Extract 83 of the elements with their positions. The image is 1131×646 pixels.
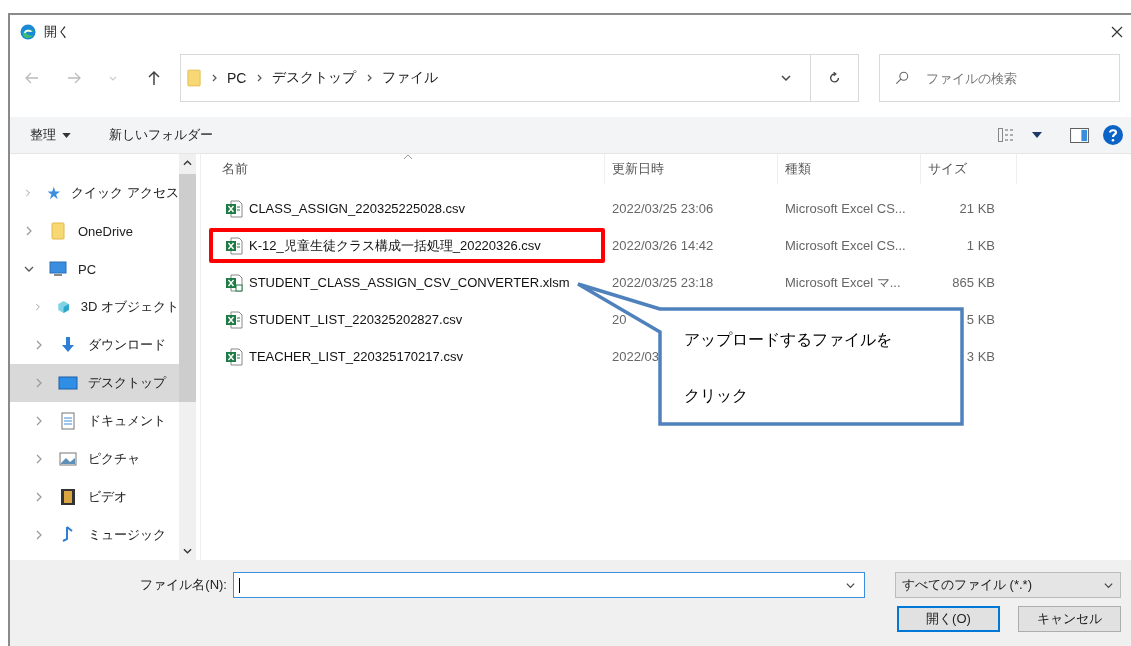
file-name[interactable]: STUDENT_LIST_220325202827.csv: [249, 312, 463, 327]
window-title: 開く: [44, 23, 70, 41]
modified-date: 2022/03/25 23:06: [611, 201, 715, 216]
file-type: Microsoft Excel CS...: [784, 238, 907, 253]
chevron-right-icon[interactable]: [34, 530, 44, 540]
sidebar-item[interactable]: PC: [10, 250, 179, 288]
file-size: 21 KB: [958, 201, 996, 216]
scroll-down-icon[interactable]: [183, 548, 192, 554]
search-field[interactable]: ファイルの検索: [879, 54, 1120, 102]
file-type-dropdown[interactable]: すべてのファイル (*.*): [895, 572, 1121, 598]
filename-field[interactable]: [233, 572, 865, 598]
callout-text: アップロードするファイルを クリック: [684, 330, 892, 406]
picture-icon: [58, 449, 78, 469]
sidebar-item[interactable]: OneDrive: [10, 212, 179, 250]
file-size: 3 KB: [965, 349, 996, 364]
chevron-right-icon[interactable]: [24, 188, 32, 198]
file-size: 5 KB: [965, 312, 996, 327]
browser-logo-icon: [20, 24, 36, 40]
preview-pane-icon[interactable]: [1070, 127, 1089, 143]
dropdown-triangle-icon: [62, 132, 71, 138]
organize-button[interactable]: 整理: [24, 122, 77, 148]
filename-label: ファイル名(N):: [140, 576, 227, 594]
chevron-right-icon[interactable]: [34, 340, 44, 350]
sidebar-item[interactable]: ミュージック: [10, 516, 179, 554]
sidebar-item[interactable]: 3D オブジェクト: [10, 288, 179, 326]
open-button[interactable]: 開く(O): [897, 606, 1000, 632]
spreadsheet-icon: [225, 236, 243, 255]
dropdown-triangle-icon[interactable]: [1032, 132, 1042, 138]
column-header[interactable]: 更新日時: [605, 154, 778, 184]
computer-icon: [48, 259, 68, 279]
chevron-right-icon[interactable]: [34, 492, 44, 502]
scroll-up-icon[interactable]: [183, 160, 192, 166]
file-size: 1 KB: [965, 238, 996, 253]
file-size: 865 KB: [951, 275, 996, 290]
file-name[interactable]: K-12_児童生徒クラス構成一括処理_20220326.csv: [249, 236, 541, 255]
new-folder-button[interactable]: 新しいフォルダー: [103, 122, 219, 148]
search-icon: [895, 71, 909, 85]
monitor-icon: [58, 373, 78, 393]
spreadsheet-icon: [225, 347, 243, 366]
file-name[interactable]: TEACHER_LIST_220325170217.csv: [249, 349, 463, 364]
column-header[interactable]: 種類: [778, 154, 921, 184]
file-name[interactable]: CLASS_ASSIGN_220325225028.csv: [249, 201, 466, 216]
chevron-right-icon[interactable]: [34, 416, 44, 426]
back-arrow-icon[interactable]: [24, 70, 40, 86]
file-type: Microsoft Excel CS...: [784, 201, 907, 216]
modified-date: 2022/03/25 23:18: [611, 275, 715, 290]
address-bar[interactable]: PC デスクトップ ファイル: [180, 54, 811, 102]
scrollbar-thumb[interactable]: [179, 174, 196, 402]
forward-arrow-icon[interactable]: [66, 70, 82, 86]
column-header[interactable]: サイズ: [921, 154, 1017, 184]
help-icon[interactable]: [1103, 125, 1123, 145]
breadcrumb-item[interactable]: デスクトップ: [272, 69, 357, 87]
sidebar-item[interactable]: デスクトップ: [10, 364, 179, 402]
refresh-icon: [827, 71, 842, 85]
modified-date: 2022/03/26 14:42: [611, 238, 715, 253]
sidebar-item[interactable]: ピクチャ: [10, 440, 179, 478]
up-arrow-icon[interactable]: [146, 70, 162, 86]
chevron-right-icon[interactable]: [34, 302, 42, 312]
chevron-right-icon[interactable]: [34, 454, 44, 464]
chevron-right-icon[interactable]: [34, 378, 44, 388]
cancel-button[interactable]: キャンセル: [1018, 606, 1121, 632]
chevron-down-icon[interactable]: [24, 264, 34, 274]
modified-date: 20: [611, 312, 628, 327]
film-icon: [58, 487, 78, 507]
sidebar-item[interactable]: ドキュメント: [10, 402, 179, 440]
chevron-right-icon[interactable]: [24, 226, 34, 236]
breadcrumb-item[interactable]: PC: [227, 70, 247, 86]
document-icon: [58, 411, 78, 431]
spreadsheet-macro-icon: [225, 273, 243, 292]
column-header[interactable]: 名前: [201, 154, 605, 184]
file-type: Microsoft Excel マ...: [784, 273, 902, 292]
spreadsheet-icon: [225, 199, 243, 218]
sidebar-item[interactable]: ダウンロード: [10, 326, 179, 364]
sidebar-item[interactable]: ビデオ: [10, 478, 179, 516]
sidebar-item[interactable]: クイック アクセス: [10, 174, 179, 212]
dropdown-chevron-icon[interactable]: [780, 72, 792, 84]
breadcrumb-item[interactable]: ファイル: [382, 69, 439, 87]
folder-icon: [187, 69, 201, 87]
chevron-right-icon: [211, 74, 219, 82]
spreadsheet-icon: [225, 310, 243, 329]
close-icon[interactable]: [1111, 26, 1123, 38]
folder-icon: [48, 221, 68, 241]
file-name[interactable]: STUDENT_CLASS_ASSIGN_CSV_CONVERTER.xlsm: [249, 275, 570, 290]
